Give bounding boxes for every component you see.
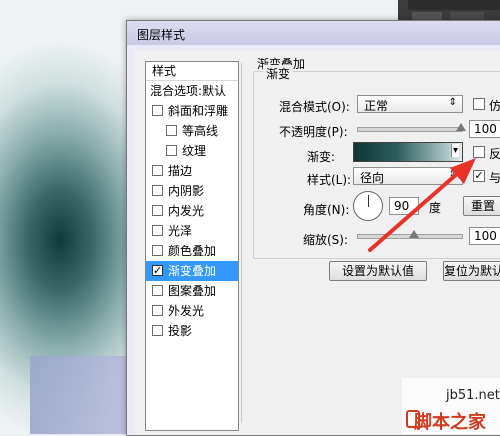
style-item-checkbox[interactable] [152, 225, 163, 236]
style-item-label: 投影 [168, 324, 193, 338]
style-item-checkbox[interactable]: ✓ [152, 265, 163, 276]
style-item-label: 斜面和浮雕 [168, 104, 229, 118]
reverse-label: 反 [489, 147, 500, 161]
style-item-label: 内发光 [168, 204, 205, 218]
style-item[interactable]: 光泽 [146, 221, 238, 241]
style-item-label: 光泽 [168, 224, 193, 238]
dialog-title: 图层样式 [137, 28, 186, 42]
opacity-input[interactable]: 100 [469, 120, 500, 138]
style-item-label: 渐变叠加 [168, 264, 217, 278]
style-item[interactable]: 内阴影 [146, 181, 238, 201]
style-item[interactable]: 纹理 [146, 141, 238, 161]
dither-checkbox[interactable] [473, 98, 485, 110]
style-item-label: 外发光 [168, 304, 205, 318]
style-item-checkbox[interactable] [152, 245, 163, 256]
style-item-checkbox[interactable] [152, 285, 163, 296]
blend-options-item[interactable]: 混合选项:默认 [146, 81, 238, 101]
styles-list: 样式 混合选项:默认 斜面和浮雕等高线纹理描边内阴影内发光光泽颜色叠加 ✓ 渐变叠加… [145, 61, 239, 431]
style-item-checkbox[interactable] [152, 185, 163, 196]
styles-header: 样式 [146, 62, 238, 81]
style-item[interactable]: 颜色叠加 [146, 241, 238, 261]
watermark-name: 脚本之家 [414, 412, 486, 433]
style-item-label: 描边 [168, 164, 193, 178]
style-item-checkbox[interactable] [152, 165, 163, 176]
style-item-label: 内阴影 [168, 184, 205, 198]
watermark-url: jb51.net [446, 388, 500, 403]
annotation-arrow [368, 158, 476, 252]
blend-mode-select[interactable]: 正常 ⇕ [357, 95, 463, 113]
dialog-titlebar[interactable]: 图层样式 [127, 21, 500, 45]
style-item-checkbox[interactable] [152, 305, 163, 316]
dither-label: 仿 [489, 99, 500, 113]
style-item[interactable]: 描边 [146, 161, 238, 181]
style-item-checkbox[interactable] [166, 125, 177, 136]
style-item-label: 等高线 [182, 124, 219, 138]
style-item[interactable]: 斜面和浮雕 [146, 101, 238, 121]
style-item[interactable]: 等高线 [146, 121, 238, 141]
reset-default-button[interactable]: 复位为默认 [443, 261, 500, 281]
style-item-label: 颜色叠加 [168, 244, 217, 258]
style-item[interactable]: 图案叠加 [146, 281, 238, 301]
align-label: 与 [489, 171, 500, 185]
style-item-label: 图案叠加 [168, 284, 217, 298]
style-item-checkbox[interactable] [166, 145, 177, 156]
style-item-checkbox[interactable] [152, 105, 163, 116]
style-item-checkbox[interactable] [152, 325, 163, 336]
make-default-button[interactable]: 设置为默认值 [329, 261, 427, 281]
blend-mode-label: 混合模式(O): [279, 100, 350, 114]
opacity-label: 不透明度(P): [279, 125, 348, 139]
style-item-checkbox[interactable] [152, 205, 163, 216]
style-item[interactable]: 外发光 [146, 301, 238, 321]
opacity-slider-thumb[interactable] [456, 123, 466, 131]
style-item[interactable]: ✓ 渐变叠加 [146, 261, 238, 281]
opacity-slider[interactable] [357, 127, 463, 132]
style-item[interactable]: 内发光 [146, 201, 238, 221]
style-item-label: 纹理 [182, 144, 207, 158]
style-item[interactable]: 投影 [146, 321, 238, 341]
group-title: 渐变 [263, 65, 294, 82]
